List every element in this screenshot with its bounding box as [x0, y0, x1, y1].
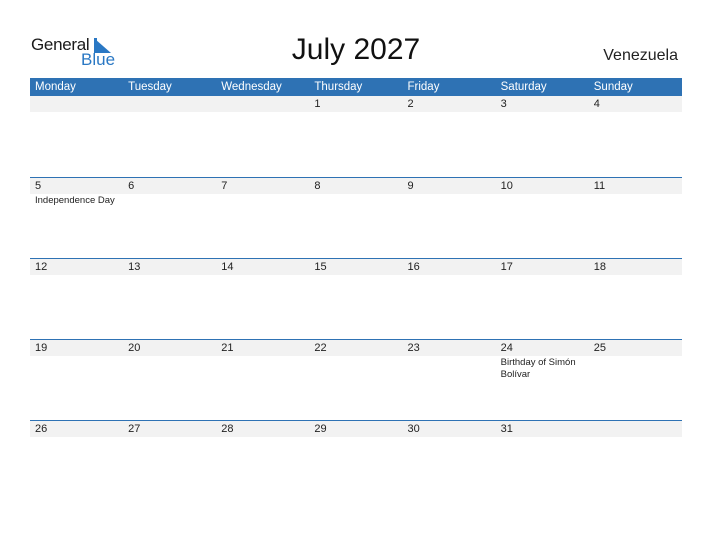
day-number: 7: [221, 180, 228, 192]
holiday-label: Independence Day: [35, 195, 115, 206]
week-row: 1 2 3 4: [30, 96, 682, 177]
week-row: 26 27 28 29 30 31: [30, 420, 682, 501]
day-number: 24: [500, 342, 513, 354]
event-row: Independence Day: [30, 194, 682, 207]
holiday-label: [589, 112, 682, 113]
weekday-friday: Friday: [407, 81, 440, 93]
holiday-label: Birthday of Simón Bolívar: [500, 357, 576, 380]
holiday-label: [309, 112, 402, 113]
holiday-label: [30, 437, 123, 438]
holiday-label: [30, 356, 123, 381]
holiday-label: [403, 112, 496, 113]
holiday-label: [123, 194, 216, 207]
day-number-row: 1 2 3 4: [30, 96, 682, 112]
holiday-label: [589, 194, 682, 207]
weekday-sunday: Sunday: [593, 81, 633, 93]
holiday-label: [30, 275, 123, 276]
holiday-label: [403, 275, 496, 276]
holiday-label: [123, 112, 216, 113]
day-number: 29: [314, 423, 327, 435]
day-number-row: 12 13 14 15 16 17 18: [30, 259, 682, 275]
day-number: 28: [221, 423, 234, 435]
holiday-label: [123, 275, 216, 276]
day-number: 23: [407, 342, 420, 354]
day-number-row: 26 27 28 29 30 31: [30, 421, 682, 437]
day-number: 30: [407, 423, 420, 435]
day-number: 11: [593, 180, 606, 192]
day-number: [123, 96, 216, 112]
day-number: 31: [500, 423, 513, 435]
day-number: 27: [128, 423, 141, 435]
day-number: 9: [407, 180, 414, 192]
day-number: 2: [407, 98, 414, 110]
holiday-label: [589, 275, 682, 276]
weekday-monday: Monday: [35, 81, 76, 93]
event-row: Birthday of Simón Bolívar: [30, 356, 682, 381]
holiday-label: [216, 275, 309, 276]
holiday-label: [309, 356, 402, 381]
holiday-label: [403, 356, 496, 381]
holiday-label: [123, 356, 216, 381]
holiday-label: [589, 356, 682, 381]
day-number: 25: [593, 342, 606, 354]
holiday-label: [496, 437, 589, 438]
holiday-label: [403, 437, 496, 438]
holiday-label: [589, 437, 682, 438]
weekday-wednesday: Wednesday: [221, 81, 282, 93]
weekday-saturday: Saturday: [500, 81, 547, 93]
day-number: 10: [500, 180, 513, 192]
holiday-label: [216, 356, 309, 381]
day-number: 18: [593, 261, 606, 273]
holiday-label: [216, 437, 309, 438]
day-number: 6: [128, 180, 135, 192]
holiday-label: [30, 112, 123, 113]
event-row: [30, 275, 682, 276]
day-number: 21: [221, 342, 234, 354]
day-number-row: 19 20 21 22 23 24 25: [30, 340, 682, 356]
day-number: 3: [500, 98, 507, 110]
day-number: 26: [35, 423, 48, 435]
day-number: 15: [314, 261, 327, 273]
week-row: 5 6 7 8 9 10 11 Independence Day: [30, 177, 682, 258]
day-number: 4: [593, 98, 600, 110]
day-number: 16: [407, 261, 420, 273]
weekday-tuesday: Tuesday: [128, 81, 172, 93]
holiday-label: [216, 194, 309, 207]
calendar-grid: Monday Tuesday Wednesday Thursday Friday Satu…: [30, 78, 682, 501]
holiday-label: [309, 275, 402, 276]
day-number: [30, 96, 123, 112]
holiday-label: [123, 437, 216, 438]
day-number: 20: [128, 342, 141, 354]
week-row: 12 13 14 15 16 17 18: [30, 258, 682, 339]
holiday-label: [216, 112, 309, 113]
holiday-label: [309, 194, 402, 207]
day-number: 22: [314, 342, 327, 354]
weekday-thursday: Thursday: [314, 81, 363, 93]
holiday-label: [309, 437, 402, 438]
holiday-label: [496, 194, 589, 207]
day-number: 1: [314, 98, 321, 110]
event-row: [30, 112, 682, 113]
country-label: Venezuela: [603, 47, 678, 64]
day-number: 19: [35, 342, 48, 354]
holiday-label: [403, 194, 496, 207]
weekday-header: Monday Tuesday Wednesday Thursday Friday Satu…: [30, 78, 682, 96]
day-number: 17: [500, 261, 513, 273]
holiday-label: [496, 275, 589, 276]
day-number: 5: [35, 180, 42, 192]
day-number: 13: [128, 261, 141, 273]
day-number-row: 5 6 7 8 9 10 11: [30, 178, 682, 194]
day-number: 8: [314, 180, 321, 192]
day-number: 14: [221, 261, 234, 273]
day-number: 12: [35, 261, 48, 273]
day-number: [589, 421, 682, 437]
week-row: 19 20 21 22 23 24 25 Birthday of Simón Bolívar: [30, 339, 682, 420]
day-number: [216, 96, 309, 112]
holiday-label: [496, 112, 589, 113]
event-row: [30, 437, 682, 438]
